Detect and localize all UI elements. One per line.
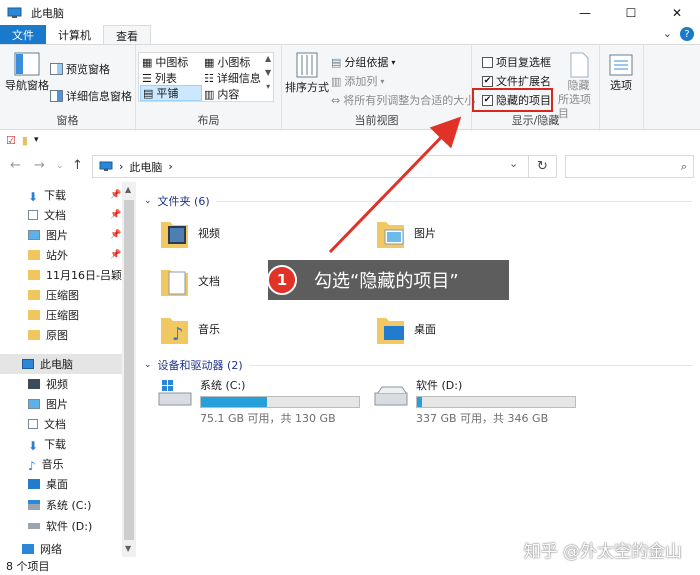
- annotation-text: 勾选“隐藏的项目”: [314, 271, 459, 292]
- annotation-callout: 1 勾选“隐藏的项目”: [267, 260, 509, 300]
- step-number-badge: 1: [267, 265, 297, 295]
- watermark: 知乎 @外太空的金山: [523, 542, 682, 562]
